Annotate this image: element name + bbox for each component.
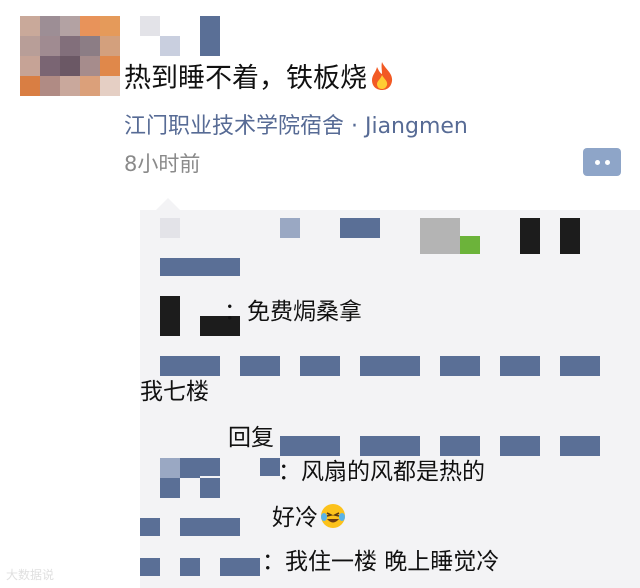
commenter-redacted[interactable] [500,436,540,456]
likes-redacted [160,258,240,276]
comment-text: 好冷 [272,498,346,532]
commenter-redacted[interactable] [240,356,280,376]
commenter-redacted[interactable] [560,436,600,456]
comment-text: ：免费焗桑拿 [224,299,362,325]
watermark: 大数据说 [6,568,55,582]
panel-pointer [156,198,180,210]
commenter-redacted[interactable] [140,518,160,536]
likes-redacted [340,218,380,238]
comment-text: 我七楼 [140,379,209,405]
commenter-redacted[interactable] [200,458,220,476]
commenter-redacted[interactable] [180,458,200,478]
commenter-redacted[interactable] [160,458,180,478]
comment-text: ：风扇的风都是热的 [278,459,485,485]
commenter-redacted[interactable] [560,356,600,376]
likes-redacted [420,218,460,254]
likes-redacted [520,218,540,254]
commenter-redacted[interactable] [360,356,420,376]
dot [604,159,610,165]
username-redacted[interactable] [140,16,220,56]
dot [594,159,600,165]
post-time: 8小时前 [124,152,201,176]
commenter-redacted[interactable] [300,356,340,376]
location-link[interactable]: 江门职业技术学院宿舍 · Jiangmen [124,108,468,140]
commenter-redacted[interactable] [160,296,180,336]
likes-redacted [560,218,580,254]
laughing-crying-emoji-icon [321,504,345,528]
fire-icon [372,62,393,90]
commenter-redacted[interactable] [180,558,200,576]
likes-redacted [160,218,180,238]
commenter-redacted[interactable] [140,558,160,576]
commenter-redacted[interactable] [220,558,260,576]
reply-label: 回复 [228,425,274,451]
commenter-redacted[interactable] [260,458,280,476]
likes-redacted [280,218,300,238]
more-button[interactable] [583,148,621,176]
commenter-redacted[interactable] [440,356,480,376]
comment-text: ：我住一楼 晚上睡觉冷 [262,549,500,575]
post-text: 热到睡不着，铁板烧 [124,56,395,95]
commenter-redacted[interactable] [160,478,180,498]
avatar[interactable] [20,16,120,96]
commenter-redacted[interactable] [200,478,220,498]
commenter-redacted[interactable] [500,356,540,376]
commenter-redacted[interactable] [180,518,240,536]
likes-redacted [460,236,480,254]
